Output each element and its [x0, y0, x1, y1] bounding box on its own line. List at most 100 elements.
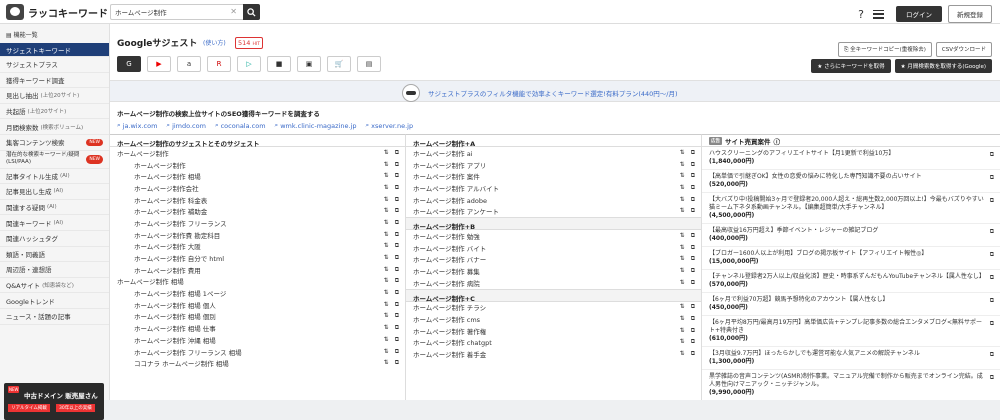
seo-link[interactable]: ⌕ jimdo.com [166, 121, 206, 130]
swap-icon[interactable]: ⇅ [680, 232, 685, 240]
google-tab-icon[interactable]: G [117, 56, 141, 72]
youtube-tab-icon[interactable]: ▶ [147, 56, 171, 72]
keyword-row[interactable]: ホームページ制作 cms ⇅ ⧉ [406, 313, 701, 325]
keyword-row[interactable]: ホームページ制作 費用 ⇅ ⧉ [110, 264, 405, 276]
external-link-icon[interactable]: ⧉ [990, 351, 994, 359]
swap-icon[interactable]: ⇅ [680, 267, 685, 275]
menu-icon[interactable] [873, 9, 884, 19]
swap-icon[interactable]: ⇅ [680, 244, 685, 252]
keyword-row[interactable]: ホームページ制作 adobe ⇅ ⧉ [406, 194, 701, 206]
keyword-row[interactable]: ホームページ制作 チラシ ⇅ ⧉ [406, 302, 701, 314]
external-link-icon[interactable]: ⧉ [395, 348, 399, 356]
keyword-row[interactable]: ホームページ制作会社 ⇅ ⧉ [110, 182, 405, 194]
swap-icon[interactable]: ⇅ [384, 359, 389, 367]
swap-icon[interactable]: ⇅ [384, 336, 389, 344]
external-link-icon[interactable]: ⧉ [990, 297, 994, 305]
sidebar-item-title-gen[interactable]: 記事タイトル生成 (AI) [0, 169, 109, 185]
external-link-icon[interactable]: ⧉ [691, 338, 695, 346]
sidebar-item-cooccurrence[interactable]: 共起語 (上位20サイト) [0, 104, 109, 120]
external-link-icon[interactable]: ⧉ [691, 207, 695, 215]
seo-link[interactable]: ⌕ xserver.ne.jp [365, 121, 413, 130]
swap-icon[interactable]: ⇅ [384, 231, 389, 239]
keyword-row[interactable]: ホームページ制作 案件 ⇅ ⧉ [406, 170, 701, 182]
keyword-row[interactable]: ホームページ制作 科金表 ⇅ ⧉ [110, 194, 405, 206]
site-sale-item[interactable]: 【6ヶ月で利益70万超】競馬予想特化のアカウント【属人性なし】 (450,000円… [702, 293, 1000, 316]
sidebar-item-acquired-keywords[interactable]: 獲得キーワード調査 [0, 73, 109, 89]
keyword-row[interactable]: ホームページ制作 chatgpt ⇅ ⧉ [406, 337, 701, 349]
keyword-row[interactable]: ホームページ制作 アプリ ⇅ ⧉ [406, 159, 701, 171]
keyword-row[interactable]: ホームページ制作 バイト ⇅ ⧉ [406, 242, 701, 254]
signup-button[interactable]: 新規登録 [948, 5, 992, 23]
play-store-tab-icon[interactable]: ▷ [237, 56, 261, 72]
csv-download-button[interactable]: CSVダウンロード [935, 42, 992, 57]
external-link-icon[interactable]: ⧉ [990, 197, 994, 205]
news-tab-icon[interactable]: ▤ [357, 56, 381, 72]
sidebar-item-headings[interactable]: 見出し抽出 (上位20サイト) [0, 88, 109, 104]
sidebar-item-synonyms[interactable]: 類語・同義語 [0, 247, 109, 263]
swap-icon[interactable]: ⇅ [384, 277, 389, 285]
keyword-row[interactable]: ホームページ制作 補助金 ⇅ ⧉ [110, 205, 405, 217]
image-tab-icon[interactable]: ▣ [297, 56, 321, 72]
help-icon[interactable]: ? [855, 8, 867, 21]
keyword-row[interactable]: ホームページ制作 相場 ⇅ ⧉ [110, 276, 405, 288]
logo[interactable]: ラッコキーワード [6, 4, 108, 20]
external-link-icon[interactable]: ⧉ [990, 174, 994, 182]
external-link-icon[interactable]: ⧉ [395, 219, 399, 227]
sidebar-item-trends[interactable]: Googleトレンド [0, 293, 109, 309]
keyword-row[interactable]: ホームページ制作 自分で html ⇅ ⧉ [110, 252, 405, 264]
external-link-icon[interactable]: ⧉ [395, 184, 399, 192]
external-link-icon[interactable]: ⧉ [990, 151, 994, 159]
rakuten-tab-icon[interactable]: R [207, 56, 231, 72]
keyword-row[interactable]: ホームページ制作 相場 個別 ⇅ ⧉ [110, 311, 405, 323]
sidebar-item-content-search[interactable]: 集客コンテンツ検索 NEW [0, 135, 109, 151]
external-link-icon[interactable]: ⧉ [395, 254, 399, 262]
swap-icon[interactable]: ⇅ [384, 219, 389, 227]
swap-icon[interactable]: ⇅ [680, 327, 685, 335]
swap-icon[interactable]: ⇅ [680, 350, 685, 358]
swap-icon[interactable]: ⇅ [384, 348, 389, 356]
sidebar-item-news[interactable]: ニュース・話題の記事 [0, 309, 109, 325]
external-link-icon[interactable]: ⧉ [691, 315, 695, 323]
site-sale-item[interactable]: 【ブロガー1600人以上が利用】ブログの掲示板サイト【アフィリエイト報性◎】 (1… [702, 247, 1000, 270]
external-link-icon[interactable]: ⧉ [395, 359, 399, 367]
external-link-icon[interactable]: ⧉ [990, 228, 994, 236]
keyword-row[interactable]: ホームページ制作 相場 ⇅ ⧉ [110, 170, 405, 182]
swap-icon[interactable]: ⇅ [680, 207, 685, 215]
keyword-row[interactable]: ホームページ制作 相場 仕事 ⇅ ⧉ [110, 322, 405, 334]
swap-icon[interactable]: ⇅ [680, 338, 685, 346]
external-link-icon[interactable]: ⧉ [691, 172, 695, 180]
external-link-icon[interactable]: ⧉ [691, 327, 695, 335]
external-link-icon[interactable]: ⧉ [691, 267, 695, 275]
external-link-icon[interactable]: ⧉ [691, 196, 695, 204]
sidebar-item-suggest-plus[interactable]: サジェストプラス [0, 57, 109, 73]
swap-icon[interactable]: ⇅ [384, 324, 389, 332]
keyword-row[interactable]: ホームページ制作 著作権 ⇅ ⧉ [406, 325, 701, 337]
external-link-icon[interactable]: ⧉ [691, 255, 695, 263]
get-more-keywords-button[interactable]: ★ さらにキーワードを取得 [811, 59, 891, 73]
keyword-row[interactable]: ホームページ制作費 勘定科目 ⇅ ⧉ [110, 229, 405, 241]
swap-icon[interactable]: ⇅ [680, 303, 685, 311]
external-link-icon[interactable]: ⧉ [990, 320, 994, 328]
external-link-icon[interactable]: ⧉ [395, 231, 399, 239]
external-link-icon[interactable]: ⧉ [395, 242, 399, 250]
seo-link[interactable]: ⌕ wmk.clinic-magazine.jp [275, 121, 357, 130]
external-link-icon[interactable]: ⧉ [691, 350, 695, 358]
external-link-icon[interactable]: ⧉ [395, 149, 399, 157]
video-tab-icon[interactable]: ■ [267, 56, 291, 72]
external-link-icon[interactable]: ⧉ [395, 161, 399, 169]
amazon-tab-icon[interactable]: a [177, 56, 201, 72]
keyword-row[interactable]: ホームページ制作 募集 ⇅ ⧉ [406, 265, 701, 277]
external-link-icon[interactable]: ⧉ [395, 289, 399, 297]
external-link-icon[interactable]: ⧉ [395, 207, 399, 215]
external-link-icon[interactable]: ⧉ [691, 232, 695, 240]
keyword-row[interactable]: ホームページ制作 沖縄 相場 ⇅ ⧉ [110, 334, 405, 346]
search-button[interactable] [243, 4, 260, 20]
keyword-row[interactable]: ホームページ制作 フリーランス ⇅ ⧉ [110, 217, 405, 229]
external-link-icon[interactable]: ⧉ [990, 251, 994, 259]
external-link-icon[interactable]: ⧉ [691, 279, 695, 287]
search-input[interactable] [111, 5, 229, 19]
swap-icon[interactable]: ⇅ [384, 289, 389, 297]
external-link-icon[interactable]: ⧉ [395, 312, 399, 320]
external-link-icon[interactable]: ⧉ [395, 336, 399, 344]
swap-icon[interactable]: ⇅ [680, 279, 685, 287]
